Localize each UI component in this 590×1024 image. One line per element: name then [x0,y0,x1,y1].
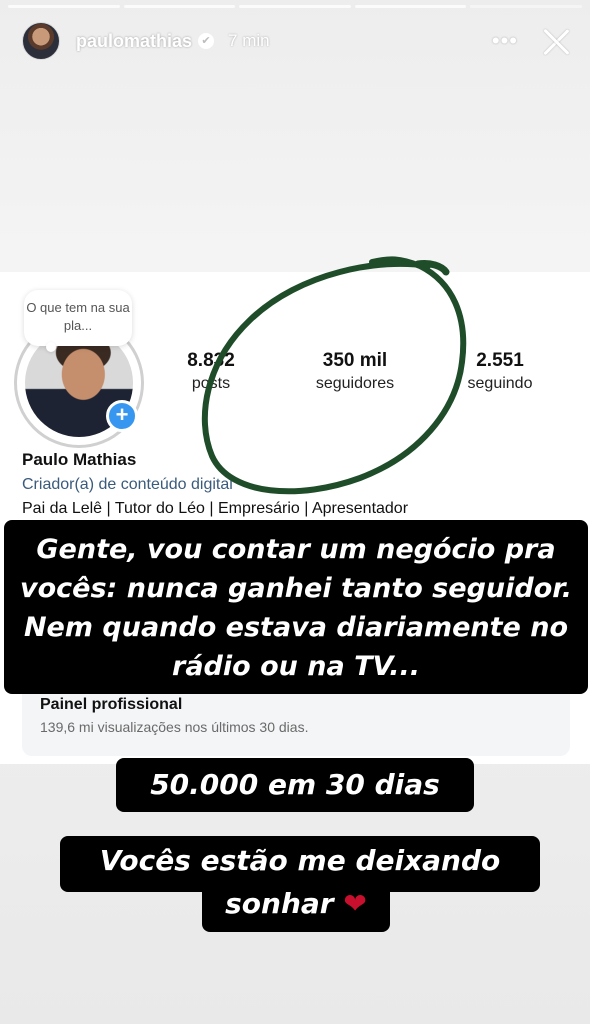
profile-name: Paulo Mathias [22,450,137,469]
dashboard-subtitle: 139,6 mi visualizações nos últimos 30 di… [40,719,309,735]
note-text: O que tem na sua pla... [26,300,130,333]
dashboard-title: Painel profissional [40,696,183,713]
avatar[interactable] [22,22,60,60]
more-icon[interactable]: ••• [492,28,518,54]
progress-segment [8,5,120,8]
following-stat: 2.551 seguindo [454,350,546,393]
followers-count: 350 mil [322,350,388,371]
progress-segment [239,5,351,8]
caption-text-4: sonhar ❤ [202,880,390,932]
following-count: 2.551 [476,350,524,371]
caption-word-sonhar: sonhar [225,887,334,920]
note-bubble: O que tem na sua pla... [24,290,132,352]
story-header: paulomathias ✔ 7 min ••• [22,18,572,64]
followers-label: seguidores [315,375,395,392]
add-story-button[interactable]: + [106,400,138,432]
progress-segment-current [470,5,582,8]
close-icon[interactable] [540,25,572,57]
verified-badge-icon: ✔ [198,33,215,49]
caption-text-2: 50.000 em 30 dias [116,758,474,812]
posts-count: 8.832 [187,350,235,371]
profile-category: Criador(a) de conteúdo digital [22,476,233,493]
story-progress-bar [8,5,582,8]
following-label: seguindo [467,375,533,392]
posts-label: posts [191,375,231,392]
caption-text-1: Gente, vou contar um negócio pra vocês: … [4,520,588,694]
followers-stat: 350 mil seguidores [296,350,414,393]
progress-segment [354,5,467,8]
profile-bio: Pai da Lelê | Tutor do Léo | Empresário … [22,500,409,517]
heart-icon: ❤ [343,887,367,920]
story-username[interactable]: paulomathias [76,31,192,52]
progress-segment [123,5,236,8]
posts-stat: 8.832 posts [172,350,250,393]
story-time: 7 min [228,31,270,50]
